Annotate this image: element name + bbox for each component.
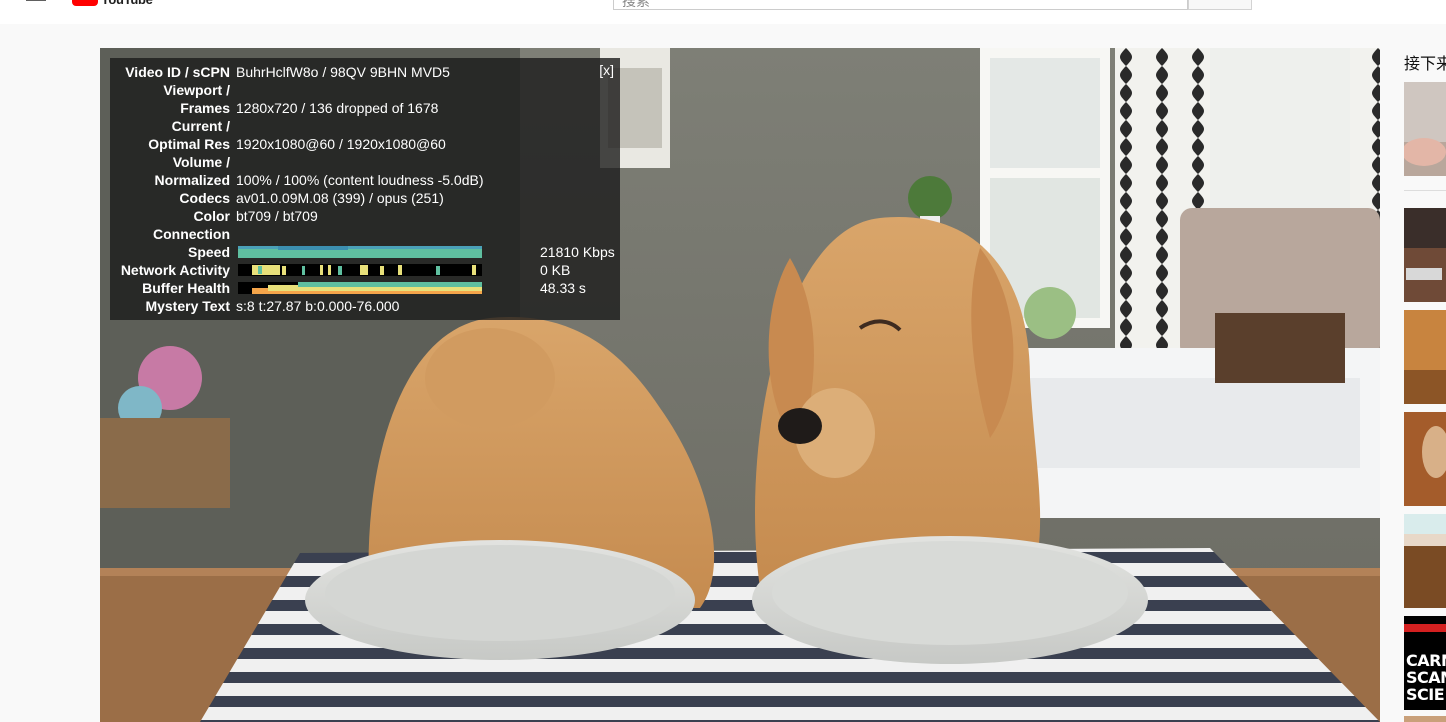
thumbnail-accent [1404, 624, 1446, 632]
stats-value: BuhrHclfW8o / 98QV 9BHN MVD5 [236, 64, 450, 80]
video-thumbnail[interactable] [1404, 208, 1446, 302]
stats-label: Optimal Res [148, 136, 230, 152]
video-thumbnail[interactable] [1404, 716, 1446, 722]
video-thumbnail[interactable] [1404, 514, 1446, 608]
buffer-health-graph [238, 282, 482, 294]
stats-label: Buffer Health [142, 280, 230, 296]
stats-label: Network Activity [120, 262, 230, 278]
stats-label: Speed [187, 244, 230, 260]
masthead: YouTube 搜索 [0, 0, 1446, 24]
hamburger-menu-icon[interactable] [26, 0, 46, 4]
stats-for-nerds-panel: [x] Video ID / sCPN BuhrHclfW8o / 98QV 9… [110, 58, 620, 320]
stats-label: Mystery Text [145, 298, 230, 314]
sidebar-divider [1404, 190, 1446, 191]
stats-value: bt709 / bt709 [236, 208, 318, 224]
stats-value: s:8 t:27.87 b:0.000-76.000 [236, 298, 400, 314]
stats-value: 1920x1080@60 / 1920x1080@60 [236, 136, 446, 152]
network-activity-graph [238, 264, 482, 276]
search-button[interactable] [1188, 0, 1252, 10]
stats-value: 1280x720 / 136 dropped of 1678 [236, 100, 439, 116]
stats-row-speed: Speed 21810 Kbps [110, 243, 620, 261]
stats-label: Connection [153, 226, 230, 242]
stats-label: Video ID / sCPN [125, 64, 230, 80]
search-icon [1215, 0, 1227, 3]
video-thumbnail[interactable] [1404, 310, 1446, 404]
stats-value: 21810 Kbps [540, 244, 615, 260]
stats-label: Volume / [172, 154, 230, 170]
stats-value: av01.0.09M.08 (399) / opus (251) [236, 190, 444, 206]
connection-speed-graph [238, 246, 482, 258]
stats-value: 0 KB [540, 262, 571, 278]
video-thumbnail[interactable] [1404, 412, 1446, 506]
up-next-heading: 接下来播放 [1404, 56, 1446, 73]
search-input[interactable]: 搜索 [613, 0, 1188, 10]
stats-label: Frames [180, 100, 230, 116]
stats-label: Normalized [154, 172, 230, 188]
stats-label: Color [193, 208, 230, 224]
video-thumbnail[interactable] [1404, 82, 1446, 176]
stats-close-button[interactable]: [x] [599, 62, 614, 78]
stats-value: 48.33 s [540, 280, 586, 296]
stats-label: Codecs [179, 190, 230, 206]
video-thumbnail[interactable]: CARNISCAMSCIE [1404, 616, 1446, 710]
video-player[interactable]: [x] Video ID / sCPN BuhrHclfW8o / 98QV 9… [100, 48, 1380, 722]
stats-label: Viewport / [163, 82, 230, 98]
youtube-logo-text: YouTube [101, 0, 153, 7]
youtube-logo[interactable]: YouTube [72, 0, 153, 7]
thumbnail-title-text: CARNISCAMSCIE [1406, 651, 1446, 704]
stats-value: 100% / 100% (content loudness -5.0dB) [236, 172, 484, 188]
youtube-play-icon [72, 0, 98, 6]
stats-label: Current / [171, 118, 230, 134]
stats-row-buffer-health: Buffer Health 48.33 s [110, 279, 620, 297]
stats-row-network-activity: Network Activity 0 KB [110, 261, 620, 279]
